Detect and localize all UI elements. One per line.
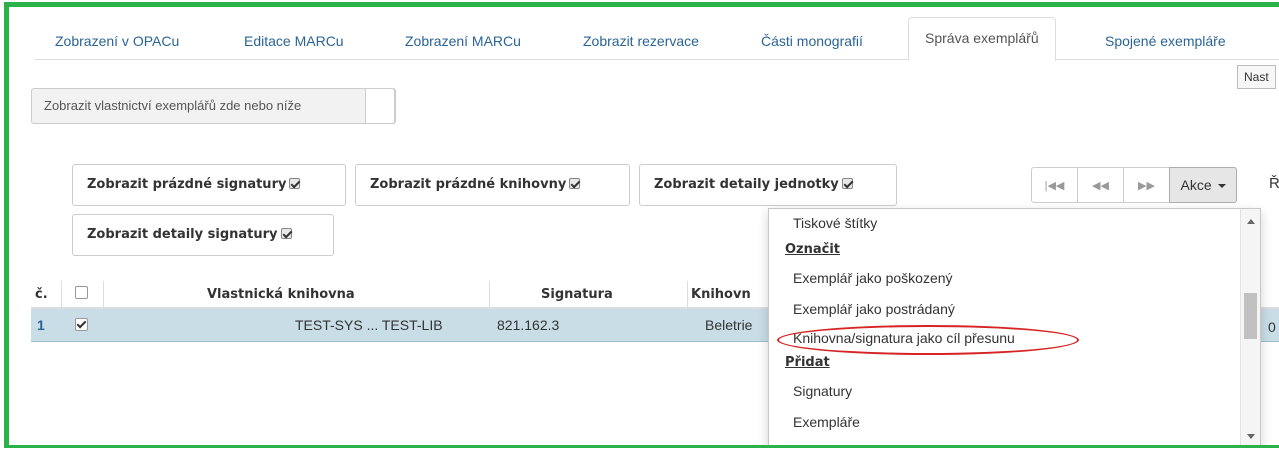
checkbox-checked-icon[interactable] xyxy=(569,178,581,189)
tab-opac-view[interactable]: Zobrazení v OPACu xyxy=(55,21,179,61)
actions-dropdown-menu: Tiskové štítky Označit Exemplář jako poš… xyxy=(768,208,1261,445)
menu-header-mark: Označit xyxy=(785,242,841,257)
header-owning-library[interactable]: Vlastnická knihovna xyxy=(207,287,355,302)
column-divider xyxy=(103,281,104,309)
scroll-down-icon[interactable] xyxy=(1247,434,1255,439)
checkbox-checked-icon[interactable] xyxy=(289,178,301,189)
settings-tooltip: Nast xyxy=(1237,65,1276,89)
checkbox-checked-icon[interactable] xyxy=(841,178,853,189)
select-all-checkbox[interactable] xyxy=(75,286,88,299)
tab-marc-edit[interactable]: Editace MARCu xyxy=(244,21,344,61)
menu-item-transfer-destination[interactable]: Knihovna/signatura jako cíl přesunu xyxy=(793,330,1015,346)
toggle-empty-call-numbers-label: Zobrazit prázdné signatury xyxy=(87,177,287,192)
row-library: Beletrie xyxy=(705,317,753,333)
row-checkbox[interactable] xyxy=(75,318,88,331)
row-call-number: 821.162.3 xyxy=(497,317,560,333)
row-owning-library: TEST-SYS ... TEST-LIB xyxy=(295,317,443,333)
tab-bar: Zobrazení v OPACu Editace MARCu Zobrazen… xyxy=(35,13,1279,61)
checkbox-checked-icon[interactable] xyxy=(280,228,292,239)
menu-header-add: Přidat xyxy=(785,355,830,370)
toggle-empty-libraries[interactable]: Zobrazit prázdné knihovny xyxy=(355,164,630,206)
tab-holds[interactable]: Zobrazit rezervace xyxy=(583,21,699,61)
toggle-empty-call-numbers[interactable]: Zobrazit prázdné signatury xyxy=(72,164,346,206)
header-num: č. xyxy=(35,287,48,302)
menu-item-mark-damaged[interactable]: Exemplář jako poškozený xyxy=(793,270,953,286)
prev-page-button[interactable]: ◀◀ xyxy=(1077,167,1124,203)
toggle-empty-libraries-label: Zobrazit prázdné knihovny xyxy=(370,177,567,192)
tab-conjoined-items[interactable]: Spojené exempláře xyxy=(1105,21,1226,61)
header-library[interactable]: Knihovn xyxy=(691,287,751,302)
tab-monograph-parts[interactable]: Části monografií xyxy=(761,21,863,61)
menu-scrollbar[interactable] xyxy=(1240,209,1260,445)
scroll-thumb[interactable] xyxy=(1244,293,1257,339)
ownership-split-toggle[interactable] xyxy=(365,88,395,124)
ownership-button[interactable]: Zobrazit vlastnictví exemplářů zde nebo … xyxy=(31,88,396,124)
row-trailing-value: 0 xyxy=(1268,319,1276,335)
toggle-unit-details-label: Zobrazit detaily jednotky xyxy=(654,177,839,192)
scroll-up-icon[interactable] xyxy=(1247,219,1255,224)
actions-label: Akce xyxy=(1180,177,1212,193)
menu-item-mark-missing[interactable]: Exemplář jako postrádaný xyxy=(793,301,955,317)
ownership-button-label: Zobrazit vlastnictví exemplářů zde nebo … xyxy=(44,98,302,113)
row-num: 1 xyxy=(37,317,45,333)
column-divider xyxy=(61,281,62,309)
prev-page-icon: ◀◀ xyxy=(1092,179,1109,192)
next-page-button[interactable]: ▶▶ xyxy=(1123,167,1170,203)
next-page-icon: ▶▶ xyxy=(1138,179,1155,192)
pager-group: |◀◀ ◀◀ ▶▶ Akce xyxy=(1031,167,1237,203)
next-button-stub[interactable]: Ř xyxy=(1269,175,1279,192)
caret-down-icon xyxy=(1217,184,1226,189)
column-divider xyxy=(687,281,688,309)
toggle-unit-details[interactable]: Zobrazit detaily jednotky xyxy=(639,164,897,206)
menu-item-add-items[interactable]: Exempláře xyxy=(793,414,860,430)
actions-dropdown-button[interactable]: Akce xyxy=(1169,167,1237,203)
first-page-button[interactable]: |◀◀ xyxy=(1031,167,1078,203)
toggle-call-number-details[interactable]: Zobrazit detaily signatury xyxy=(72,214,334,256)
column-divider xyxy=(489,281,490,309)
tab-holdings-maintenance[interactable]: Správa exemplářů xyxy=(908,17,1056,61)
menu-item-print-labels[interactable]: Tiskové štítky xyxy=(793,215,877,231)
first-page-icon: |◀◀ xyxy=(1044,179,1065,192)
tab-marc-view[interactable]: Zobrazení MARCu xyxy=(405,21,521,61)
header-call-number[interactable]: Signatura xyxy=(541,287,613,302)
menu-item-add-call-numbers[interactable]: Signatury xyxy=(793,383,852,399)
toggle-call-number-details-label: Zobrazit detaily signatury xyxy=(87,227,278,242)
page-frame: Zobrazení v OPACu Editace MARCu Zobrazen… xyxy=(4,2,1279,448)
